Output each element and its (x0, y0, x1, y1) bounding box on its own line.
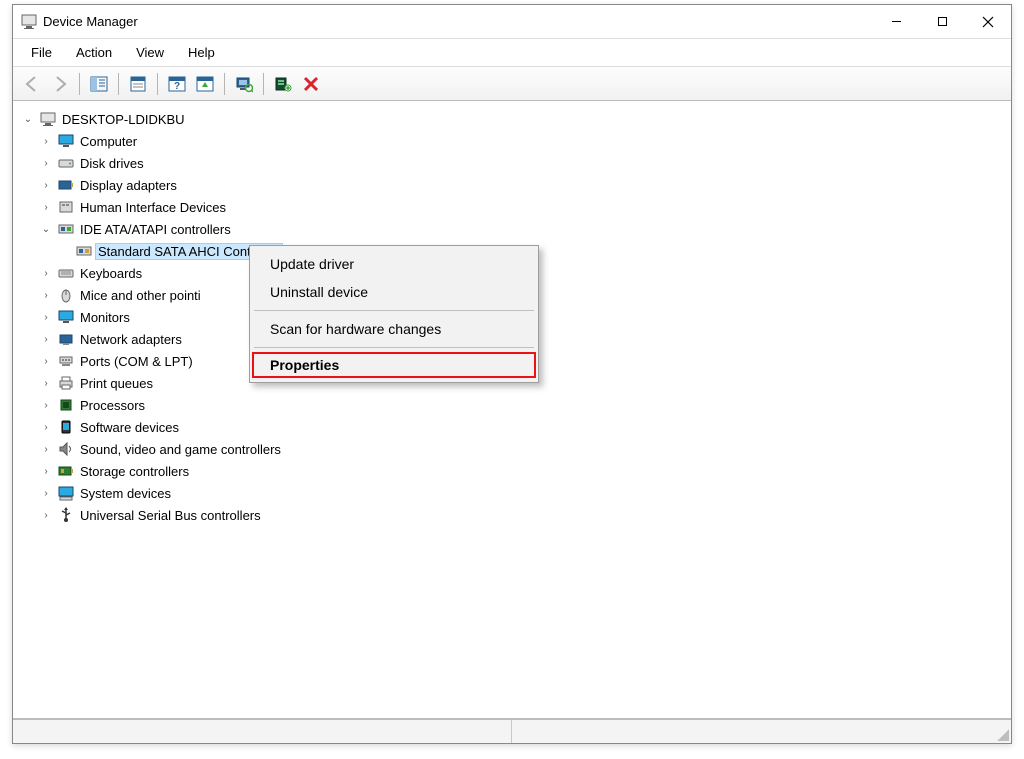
expand-toggle[interactable]: › (39, 508, 53, 522)
tree-item-system-devices[interactable]: › System devices (39, 482, 1007, 504)
status-cell-right (512, 720, 1011, 743)
expand-toggle[interactable]: ⌄ (39, 222, 53, 236)
expand-toggle[interactable]: › (39, 200, 53, 214)
expand-toggle[interactable]: › (39, 420, 53, 434)
expand-toggle[interactable]: › (39, 156, 53, 170)
tree-item-software-devices[interactable]: › Software devices (39, 416, 1007, 438)
close-button[interactable] (965, 5, 1011, 38)
context-uninstall-device[interactable]: Uninstall device (252, 278, 536, 306)
software-device-icon (58, 419, 74, 435)
tree-item-usb[interactable]: › Universal Serial Bus controllers (39, 504, 1007, 526)
window-controls (873, 5, 1011, 38)
monitor-icon (58, 133, 74, 149)
computer-root-icon (40, 111, 56, 127)
storage-controller-icon (58, 463, 74, 479)
uninstall-button[interactable] (298, 71, 324, 97)
ide-controller-icon (58, 221, 74, 237)
tree-item-ide[interactable]: ⌄ IDE ATA/ATAPI controllers (39, 218, 1007, 240)
device-tree[interactable]: ⌄ DESKTOP-LDIDKBU › Computer (13, 101, 1011, 719)
tree-item-display-adapters[interactable]: › Display adapters (39, 174, 1007, 196)
menu-file[interactable]: File (21, 43, 62, 62)
mouse-icon (58, 287, 74, 303)
usb-icon (58, 507, 74, 523)
back-button[interactable] (19, 71, 45, 97)
controller-icon (76, 243, 92, 259)
cpu-icon (58, 397, 74, 413)
network-icon (58, 331, 74, 347)
svg-text:?: ? (174, 81, 180, 92)
expand-toggle[interactable]: › (39, 442, 53, 456)
statusbar (13, 719, 1011, 743)
tree-item-hid[interactable]: › Human Interface Devices (39, 196, 1007, 218)
toolbar: ? (13, 67, 1011, 101)
minimize-button[interactable] (873, 5, 919, 38)
tree-item-disk-drives[interactable]: › Disk drives (39, 152, 1007, 174)
maximize-button[interactable] (919, 5, 965, 38)
expand-toggle[interactable]: › (39, 266, 53, 280)
context-scan-changes[interactable]: Scan for hardware changes (252, 315, 536, 343)
menu-help[interactable]: Help (178, 43, 225, 62)
disk-icon (58, 155, 74, 171)
show-hide-tree-button[interactable] (86, 71, 112, 97)
expand-toggle[interactable]: › (39, 288, 53, 302)
status-cell-left (13, 720, 512, 743)
expand-toggle[interactable]: › (39, 376, 53, 390)
expand-toggle[interactable]: › (39, 464, 53, 478)
properties-button[interactable] (125, 71, 151, 97)
system-device-icon (58, 485, 74, 501)
add-legacy-button[interactable] (270, 71, 296, 97)
expand-toggle[interactable]: › (39, 354, 53, 368)
monitor-icon (58, 309, 74, 325)
context-properties[interactable]: Properties (252, 352, 536, 378)
menu-view[interactable]: View (126, 43, 174, 62)
expand-toggle[interactable]: ⌄ (21, 112, 35, 126)
client-area: ⌄ DESKTOP-LDIDKBU › Computer (13, 101, 1011, 743)
context-separator (254, 347, 534, 348)
titlebar: Device Manager (13, 5, 1011, 39)
menubar: File Action View Help (13, 39, 1011, 67)
expand-toggle[interactable]: › (39, 178, 53, 192)
hid-icon (58, 199, 74, 215)
expand-toggle[interactable]: › (39, 398, 53, 412)
tree-item-sound[interactable]: › Sound, video and game controllers (39, 438, 1007, 460)
printer-icon (58, 375, 74, 391)
device-manager-icon (21, 14, 37, 30)
sound-icon (58, 441, 74, 457)
display-adapter-icon (58, 177, 74, 193)
device-manager-window: Device Manager File Action View Help (12, 4, 1012, 744)
context-menu: Update driver Uninstall device Scan for … (249, 245, 539, 383)
expand-toggle[interactable]: › (39, 486, 53, 500)
keyboard-icon (58, 265, 74, 281)
help-button[interactable]: ? (164, 71, 190, 97)
expand-toggle[interactable]: › (39, 332, 53, 346)
update-settings-button[interactable] (192, 71, 218, 97)
menu-action[interactable]: Action (66, 43, 122, 62)
scan-hardware-button[interactable] (231, 71, 257, 97)
tree-item-processors[interactable]: › Processors (39, 394, 1007, 416)
tree-root-label: DESKTOP-LDIDKBU (60, 112, 187, 127)
port-icon (58, 353, 74, 369)
context-update-driver[interactable]: Update driver (252, 250, 536, 278)
tree-item-computer[interactable]: › Computer (39, 130, 1007, 152)
resize-grip[interactable] (997, 729, 1009, 741)
window-title: Device Manager (43, 14, 138, 29)
tree-root[interactable]: ⌄ DESKTOP-LDIDKBU (21, 108, 1007, 130)
expand-toggle[interactable]: › (39, 134, 53, 148)
forward-button[interactable] (47, 71, 73, 97)
tree-item-storage-controllers[interactable]: › Storage controllers (39, 460, 1007, 482)
context-separator (254, 310, 534, 311)
expand-toggle[interactable]: › (39, 310, 53, 324)
